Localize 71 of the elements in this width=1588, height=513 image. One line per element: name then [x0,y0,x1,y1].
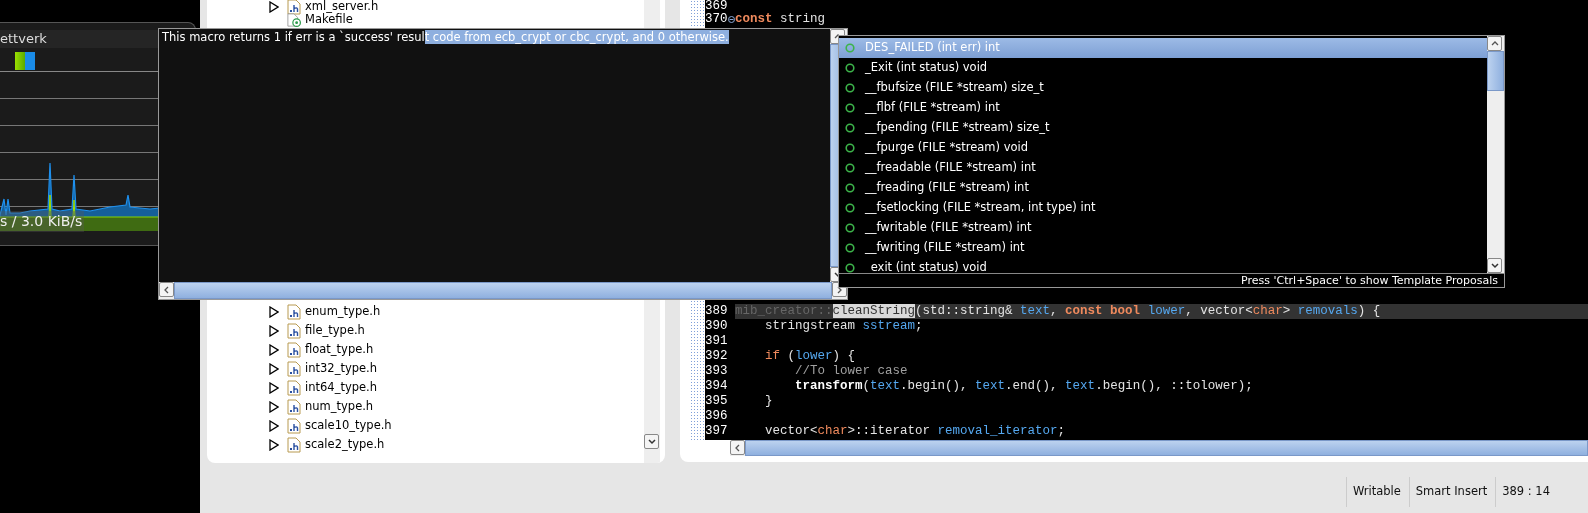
expand-arrow-icon[interactable] [269,438,279,451]
scrollbar-thumb[interactable] [174,282,832,299]
expand-arrow-icon[interactable] [269,381,279,394]
expand-arrow-icon[interactable] [269,305,279,318]
tree-item[interactable]: int32_type.h [305,359,377,378]
expand-arrow-icon[interactable] [269,0,279,13]
code-line: if (lower) { [764,349,857,364]
tree-item[interactable]: Makefile [305,10,353,29]
header-file-icon [287,379,301,396]
line-number: 370 [705,13,728,26]
completion-item[interactable]: __fwriting (FILE *stream) int [839,238,1487,258]
line-number: 369 [705,0,728,13]
tree-item[interactable]: int64_type.h [305,378,377,397]
expand-arrow-icon[interactable] [269,362,279,375]
header-file-icon [287,417,301,434]
header-file-icon [287,341,301,358]
scroll-down-button[interactable] [1487,258,1502,273]
status-item: Writable [1345,476,1409,507]
line-number: 393 [705,364,728,379]
scrollbar-thumb[interactable] [745,440,1588,456]
header-file-icon [287,398,301,415]
header-file-icon [287,360,301,377]
scrollbar-thumb[interactable] [1487,51,1504,91]
completion-item[interactable]: __freading (FILE *stream) int [839,178,1487,198]
status-item: 389 : 14 [1495,476,1588,507]
hint-text: Press 'Ctrl+Space' to show Template Proposals [839,273,1504,287]
tree-item[interactable]: num_type.h [305,397,374,416]
header-file-icon [287,303,301,320]
expand-arrow-icon[interactable] [269,400,279,413]
line-number: 395 [705,394,728,409]
header-file-icon [287,436,301,453]
line-number: 394 [705,379,728,394]
scroll-down-button[interactable] [644,434,659,449]
tree-item[interactable]: scale2_type.h [305,435,385,454]
code-line: //To lower case [794,364,909,379]
scroll-up-button[interactable] [1487,36,1502,51]
completion-item[interactable]: __flbf (FILE *stream) int [839,98,1487,118]
line-number: 396 [705,409,728,424]
tree-item[interactable]: float_type.h [305,340,374,359]
completion-item[interactable]: __fpending (FILE *stream) size_t [839,118,1487,138]
expand-arrow-icon[interactable] [269,419,279,432]
scroll-left-button[interactable] [159,282,174,297]
fold-toggle-icon[interactable] [728,16,735,23]
completion-item[interactable]: __fwritable (FILE *stream) int [839,218,1487,238]
completion-item[interactable]: __fpurge (FILE *stream) void [839,138,1487,158]
line-number: 391 [705,334,728,349]
scroll-left-button[interactable] [730,440,745,455]
completion-item[interactable]: __freadable (FILE *stream) int [839,158,1487,178]
legend-swatch [25,52,35,70]
completion-item[interactable]: _Exit (int status) void [839,58,1487,78]
status-item: Smart Insert [1408,476,1496,507]
completion-item[interactable]: __fsetlocking (FILE *stream, int type) int [839,198,1487,218]
tree-item[interactable]: enum_type.h [305,302,381,321]
header-file-icon [287,322,301,339]
code-line: } [764,394,774,409]
code-line: stringstream sstream; [764,319,924,334]
code-line: transform(text.begin(), text.end(), text.begin(), ::tolower); [794,379,1254,394]
line-number: 392 [705,349,728,364]
line-number: 397 [705,424,728,439]
line-number: 390 [705,319,728,334]
line-number: 389 [705,304,728,319]
expand-arrow-icon[interactable] [269,324,279,337]
code-line: const string [735,13,827,26]
tree-item[interactable]: file_type.h [305,321,365,340]
code-line: vector<char>::iterator removal_iterator; [764,424,1067,439]
completion-item[interactable]: __fbufsize (FILE *stream) size_t [839,78,1487,98]
completion-item[interactable]: _exit (int status) void [839,258,1487,273]
transfer-rate: s / 3.0 KiB/s [0,211,85,232]
expand-arrow-icon[interactable] [269,343,279,356]
tree-item[interactable]: scale10_type.h [305,416,392,435]
legend-swatch [15,52,25,70]
